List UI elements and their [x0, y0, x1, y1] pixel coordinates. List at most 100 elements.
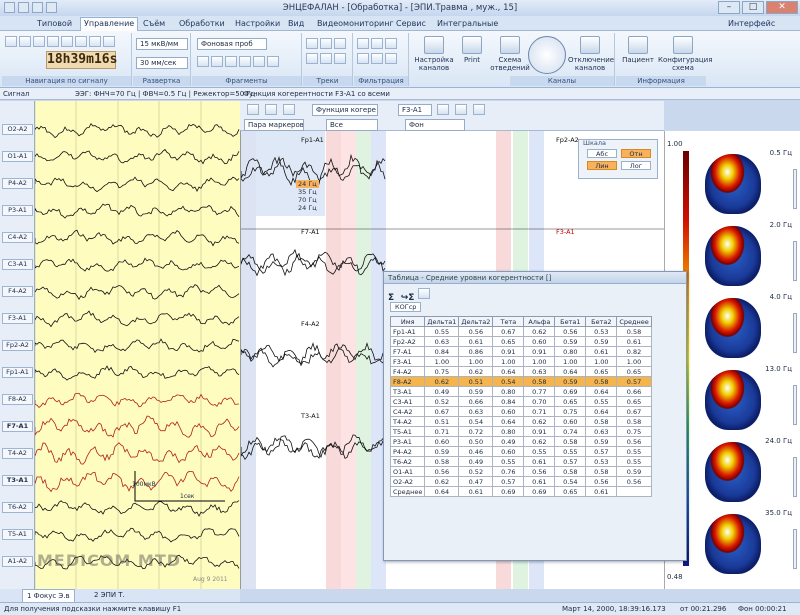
track-icon[interactable]	[320, 53, 332, 64]
redo-icon[interactable]	[32, 2, 43, 13]
table-row[interactable]: O1-A1 0.56 0.52 0.76 0.56 0.58 0.58 0.59	[389, 466, 652, 477]
fragment-select[interactable]: Фоновая проб	[197, 38, 267, 50]
map-slider[interactable]	[793, 385, 797, 425]
print-icon[interactable]	[46, 2, 57, 13]
table-row[interactable]: F4-A2 0.75 0.62 0.64 0.63 0.64 0.65 0.65	[389, 366, 652, 377]
filter-icon[interactable]	[371, 38, 383, 49]
configuration-button[interactable]: Конфигурация схема	[658, 36, 712, 72]
background-select[interactable]: Фон	[405, 119, 465, 131]
table-row[interactable]: T6-A2 0.58 0.49 0.55 0.61 0.57 0.53 0.55	[389, 456, 652, 467]
disable-channels-button[interactable]: Отключение каналов	[568, 36, 614, 72]
frequency-item[interactable]: 24 Гц	[296, 204, 319, 212]
frequency-item[interactable]: 24 Гц	[296, 180, 319, 188]
coherence-map[interactable]	[705, 298, 761, 358]
tab-kogsr[interactable]: КОГср	[390, 302, 422, 312]
next-page-icon[interactable]	[89, 36, 101, 47]
play-back-icon[interactable]	[47, 36, 59, 47]
track-icon[interactable]	[306, 38, 318, 49]
refresh-icon[interactable]	[437, 104, 449, 115]
column-header[interactable]: Бета1	[554, 316, 587, 327]
map-slider[interactable]	[793, 241, 797, 281]
filter-icon[interactable]	[371, 53, 383, 64]
tab-video[interactable]: Видеомониторинг	[314, 16, 397, 31]
column-header[interactable]: Бета2	[585, 316, 618, 327]
column-header[interactable]: Дельта2	[458, 316, 494, 327]
rel-button[interactable]: Отн	[621, 149, 651, 158]
speed-select[interactable]: 30 мм/сек	[136, 57, 188, 69]
list-icon[interactable]	[247, 104, 259, 115]
fragment-icon[interactable]	[197, 56, 209, 67]
first-icon[interactable]	[5, 36, 17, 47]
tab-settings[interactable]: Настройки	[232, 16, 283, 31]
channel-label[interactable]: F8-A2	[2, 394, 33, 405]
table-row[interactable]: F8-A2 0.62 0.51 0.54 0.58 0.59 0.58 0.57	[389, 376, 652, 387]
lead-scheme-button[interactable]: Схема отведений	[488, 36, 532, 72]
patient-button[interactable]: Пациент	[616, 36, 660, 64]
channel-label[interactable]: C4-A2	[2, 232, 33, 243]
lead-select[interactable]: F3-A1	[398, 104, 432, 116]
fragment-filter-select[interactable]: Все	[326, 119, 378, 131]
fragment-icon[interactable]	[239, 56, 251, 67]
coherence-map[interactable]	[705, 370, 761, 430]
channel-label[interactable]: O1-A1	[2, 151, 33, 162]
tab-typical[interactable]: Типовой	[34, 16, 75, 31]
coherence-map[interactable]	[705, 442, 761, 502]
filter-icon[interactable]	[385, 38, 397, 49]
table-row[interactable]: F3-A1 1.00 1.00 1.00 1.00 1.00 1.00 1.00	[389, 356, 652, 367]
maximize-button[interactable]: □	[742, 1, 764, 14]
marker-select[interactable]: Пара маркеров	[244, 119, 304, 131]
table-row[interactable]: O2-A2 0.62 0.47 0.57 0.61 0.54 0.56 0.56	[389, 476, 652, 487]
doc-tab-1[interactable]: 1 Фокус Э.в	[22, 589, 75, 603]
channel-label[interactable]: T3-A1	[2, 475, 33, 486]
next-icon[interactable]	[75, 36, 87, 47]
table-row[interactable]: P3-A1 0.60 0.50 0.49 0.62 0.58 0.59 0.56	[389, 436, 652, 447]
head-scheme-icon[interactable]	[528, 36, 566, 74]
column-header[interactable]: Альфа	[523, 316, 556, 327]
prev-icon[interactable]	[33, 36, 45, 47]
track-icon[interactable]	[320, 38, 332, 49]
table-row[interactable]: Fp1-A1 0.55 0.56 0.67 0.62 0.56 0.53 0.58	[389, 326, 652, 337]
map-slider[interactable]	[793, 313, 797, 353]
grid-icon[interactable]	[265, 104, 277, 115]
tab-service[interactable]: Сервис	[393, 16, 429, 31]
quick-access-toolbar[interactable]	[4, 2, 57, 13]
coherence-map[interactable]	[705, 226, 761, 286]
channel-label[interactable]: Fp1-A1	[2, 367, 33, 378]
channel-label[interactable]: P4-A2	[2, 178, 33, 189]
fragment-icon[interactable]	[253, 56, 265, 67]
print-icon[interactable]	[417, 288, 430, 299]
frequency-item[interactable]: 35 Гц	[296, 188, 319, 196]
table-row[interactable]: T3-A1 0.49 0.59 0.80 0.77 0.69 0.64 0.66	[389, 386, 652, 397]
sensitivity-select[interactable]: 15 мкВ/мм	[136, 38, 188, 50]
map-slider[interactable]	[793, 169, 797, 209]
filter-icon[interactable]	[357, 38, 369, 49]
settings-icon[interactable]	[283, 104, 295, 115]
track-icon[interactable]	[334, 38, 346, 49]
abs-button[interactable]: Абс	[587, 149, 617, 158]
table-row[interactable]: T5-A1 0.71 0.72 0.80 0.91 0.74 0.63 0.75	[389, 426, 652, 437]
undo-icon[interactable]	[18, 2, 29, 13]
coherence-map[interactable]	[705, 154, 761, 214]
minimize-button[interactable]: –	[718, 1, 740, 14]
channel-label[interactable]: F7-A1	[2, 421, 33, 432]
last-icon[interactable]	[103, 36, 115, 47]
channel-label[interactable]: T5-A1	[2, 529, 33, 540]
tab-recording[interactable]: Съём	[140, 16, 168, 31]
tab-control[interactable]: Управление	[80, 17, 139, 31]
export-icon[interactable]	[473, 104, 485, 115]
fragment-icon[interactable]	[225, 56, 237, 67]
channel-label[interactable]: O2-A2	[2, 124, 33, 135]
map-slider[interactable]	[793, 457, 797, 497]
tab-integral[interactable]: Интегральные	[434, 16, 501, 31]
table-row[interactable]: F7-A1 0.84 0.86 0.91 0.91 0.80 0.61 0.82	[389, 346, 652, 357]
function-select[interactable]: Функция когере	[312, 104, 378, 116]
lin-button[interactable]: Лин	[587, 161, 617, 170]
coherence-table-dialog[interactable]: Таблица - Средние уровни когерентности […	[383, 271, 687, 561]
column-header[interactable]: Имя	[389, 316, 426, 327]
channel-label[interactable]: T6-A2	[2, 502, 33, 513]
close-button[interactable]: ✕	[766, 1, 798, 14]
track-icon[interactable]	[306, 53, 318, 64]
fragment-icon[interactable]	[211, 56, 223, 67]
interface-menu[interactable]: Интерфейс	[725, 16, 778, 31]
eeg-trace-pane[interactable]: 100мкВ 1сек MEDICOM MTD Aug 9 2011	[35, 101, 240, 589]
